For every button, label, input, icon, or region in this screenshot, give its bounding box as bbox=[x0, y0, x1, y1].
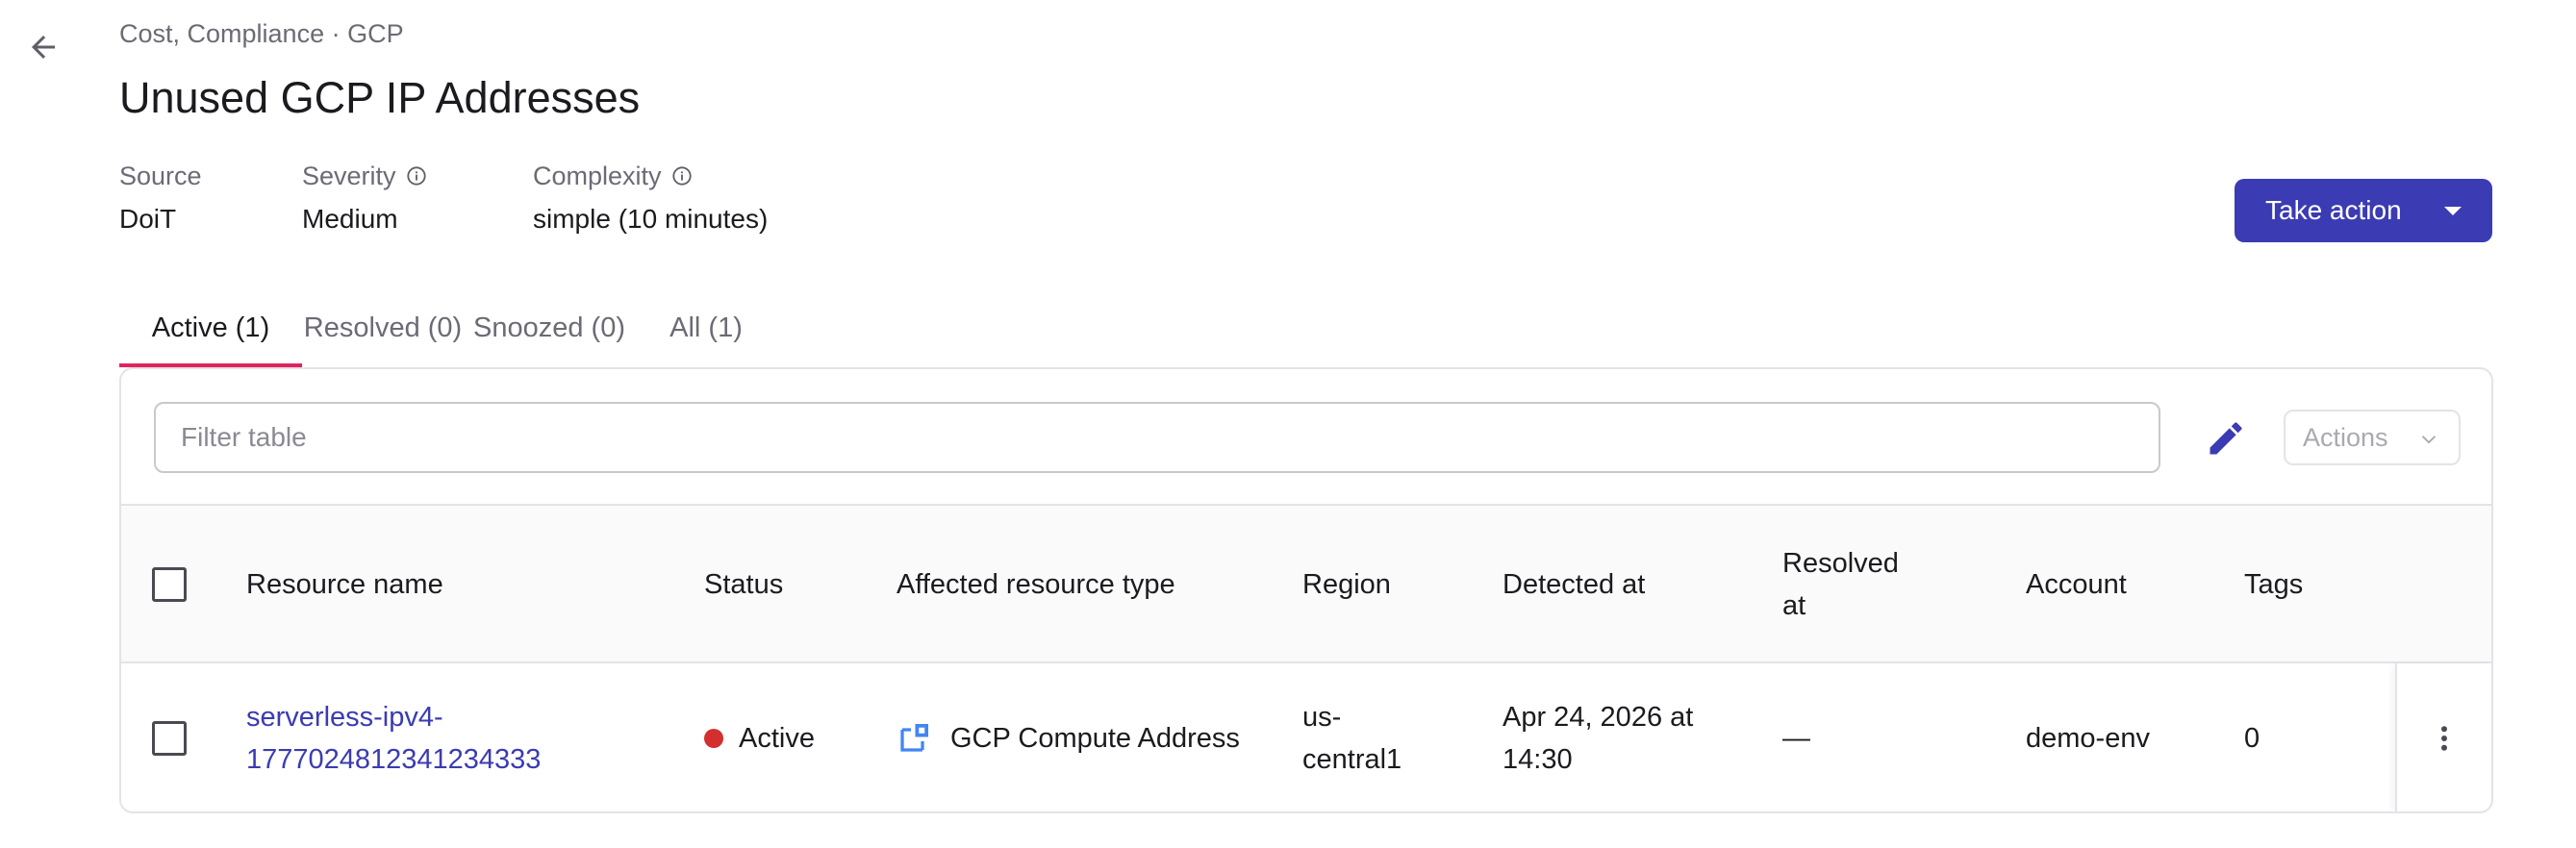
column-affected-resource-type[interactable]: Affected resource type bbox=[897, 506, 1175, 663]
complexity-meta: Complexity simple (10 minutes) bbox=[533, 160, 841, 235]
table-row: serverless-ipv4- 1777024812341234333 Act… bbox=[121, 663, 2491, 811]
severity-label: Severity bbox=[302, 161, 396, 190]
gcp-compute-address-icon bbox=[900, 724, 928, 752]
column-status[interactable]: Status bbox=[704, 506, 783, 663]
info-icon[interactable] bbox=[406, 165, 427, 187]
account-cell: demo-env bbox=[2026, 723, 2150, 754]
row-menu-button[interactable] bbox=[2395, 663, 2491, 811]
breadcrumb: Cost, Compliance · GCP bbox=[119, 19, 404, 48]
pencil-icon bbox=[2210, 422, 2242, 455]
more-vertical-icon bbox=[2441, 726, 2447, 751]
column-account[interactable]: Account bbox=[2026, 506, 2127, 663]
tab-bar: Active (1) Resolved (0) Snoozed (0) All … bbox=[119, 288, 777, 367]
tab-resolved[interactable]: Resolved (0) bbox=[302, 288, 464, 367]
tab-all[interactable]: All (1) bbox=[635, 288, 777, 367]
take-action-label: Take action bbox=[2265, 195, 2402, 225]
status-text: Active bbox=[739, 723, 815, 754]
complexity-label: Complexity bbox=[533, 161, 662, 190]
edit-columns-button[interactable] bbox=[2203, 415, 2249, 461]
column-detected-at[interactable]: Detected at bbox=[1503, 506, 1645, 663]
back-button[interactable] bbox=[17, 21, 69, 73]
region-cell: us- central1 bbox=[1302, 702, 1402, 775]
source-meta: Source DoiT bbox=[119, 160, 302, 235]
source-label: Source bbox=[119, 161, 202, 190]
chevron-down-icon bbox=[2421, 436, 2437, 444]
filter-input[interactable] bbox=[154, 402, 2160, 473]
tab-active[interactable]: Active (1) bbox=[119, 288, 302, 367]
source-value: DoiT bbox=[119, 204, 177, 234]
status-indicator bbox=[704, 729, 723, 748]
column-resource-name[interactable]: Resource name bbox=[246, 506, 443, 663]
status-cell: Active bbox=[704, 663, 815, 811]
insight-meta: Source DoiT Severity Medium Complexity s… bbox=[119, 160, 841, 235]
select-all-checkbox[interactable] bbox=[152, 567, 187, 602]
resource-name-link[interactable]: serverless-ipv4- 1777024812341234333 bbox=[246, 663, 541, 811]
take-action-button[interactable]: Take action bbox=[2235, 179, 2492, 242]
table-header: Resource name Status Affected resource t… bbox=[121, 506, 2491, 663]
complexity-value: simple (10 minutes) bbox=[533, 204, 769, 234]
info-icon[interactable] bbox=[671, 165, 693, 187]
resources-table-card: Actions Resource name Status Affected re… bbox=[119, 367, 2493, 813]
caret-down-icon bbox=[2444, 207, 2462, 215]
tab-snoozed[interactable]: Snoozed (0) bbox=[464, 288, 635, 367]
severity-meta: Severity Medium bbox=[302, 160, 533, 235]
actions-dropdown[interactable]: Actions bbox=[2284, 410, 2461, 465]
page-title: Unused GCP IP Addresses bbox=[119, 73, 641, 122]
affected-type-text: GCP Compute Address bbox=[950, 723, 1240, 754]
column-region[interactable]: Region bbox=[1302, 506, 1391, 663]
table-toolbar: Actions bbox=[121, 369, 2491, 506]
affected-type-cell: GCP Compute Address bbox=[897, 663, 1240, 811]
column-resolved-at[interactable]: Resolved at bbox=[1782, 506, 1899, 663]
arrow-left-icon bbox=[32, 36, 55, 59]
row-checkbox[interactable] bbox=[152, 721, 187, 756]
severity-value: Medium bbox=[302, 204, 398, 234]
actions-label: Actions bbox=[2303, 422, 2388, 452]
tags-cell: 0 bbox=[2244, 723, 2260, 754]
resolved-at-cell: — bbox=[1782, 723, 1810, 754]
detected-at-cell: Apr 24, 2026 at 14:30 bbox=[1503, 702, 1694, 775]
column-tags[interactable]: Tags bbox=[2244, 506, 2303, 663]
